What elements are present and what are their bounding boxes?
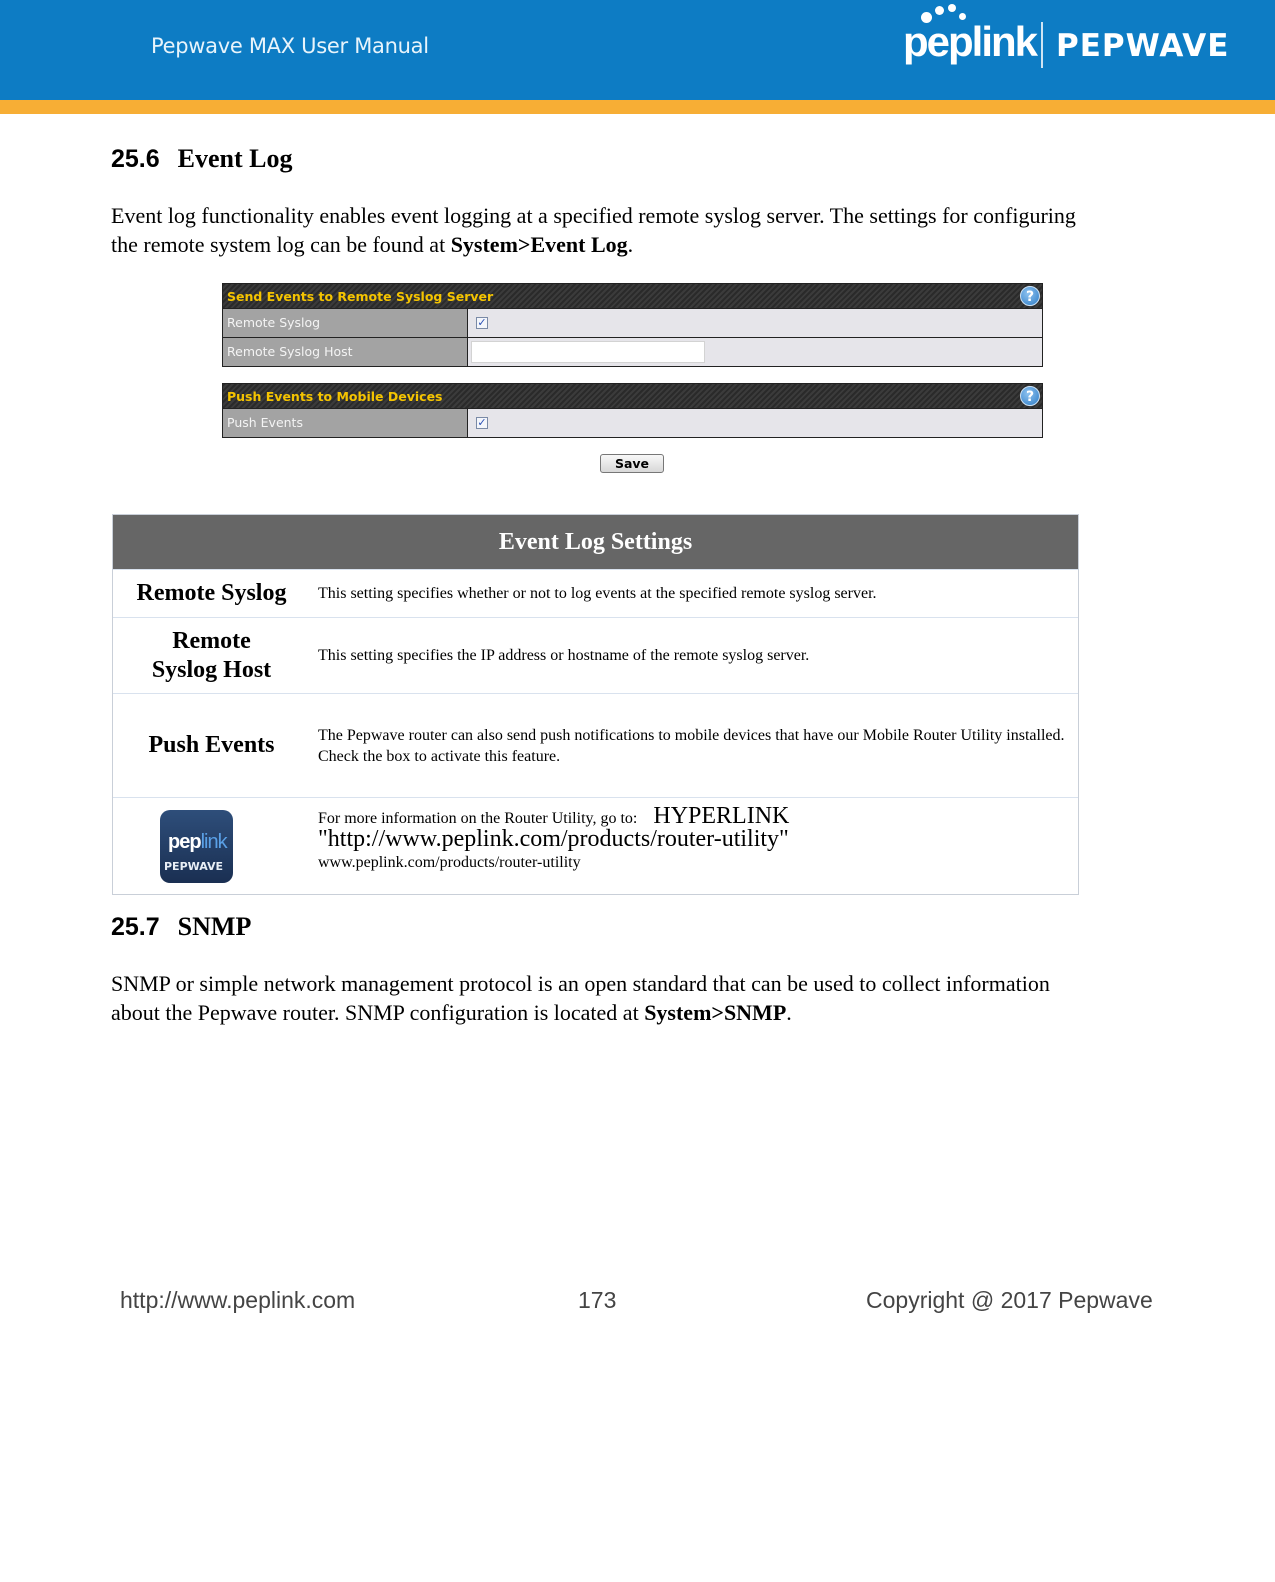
push-events-panel: Push Events to Mobile Devices ? Push Eve… — [222, 383, 1043, 438]
footer-copyright: Copyright @ 2017 Pepwave — [866, 1287, 1153, 1313]
panel-header: Send Events to Remote Syslog Server ? — [223, 284, 1042, 308]
push-events-checkbox[interactable]: ✓ — [476, 417, 488, 429]
header-stripe — [0, 100, 1275, 114]
field-label: Remote Syslog Host — [223, 338, 468, 366]
panel-header: Push Events to Mobile Devices ? — [223, 384, 1042, 408]
logo-pepwave: PEPWAVE — [1056, 28, 1230, 64]
logo-peplink: peplink — [903, 18, 1038, 65]
info-row: peplink PEPWAVE For more information on … — [113, 797, 1078, 894]
field-label: Push Events — [223, 409, 468, 437]
menu-path: System>Event Log — [450, 232, 628, 257]
manual-title: Pepwave MAX User Manual — [151, 34, 429, 58]
field-value — [468, 338, 1042, 366]
info-lead: For more information on the Router Utili… — [318, 810, 638, 827]
panel-title: Push Events to Mobile Devices — [227, 389, 443, 404]
table-row: Remote Syslog Host This setting specifie… — [113, 617, 1078, 693]
section-heading-event-log: 25.6 Event Log — [111, 144, 293, 174]
setting-name: Remote Syslog — [136, 580, 287, 606]
field-value: ✓ — [468, 409, 1042, 437]
hyperlink-url[interactable]: "http://www.peplink.com/products/router-… — [318, 826, 789, 852]
section-heading-snmp: 25.7 SNMP — [111, 912, 251, 942]
remote-syslog-host-row: Remote Syslog Host — [223, 337, 1042, 366]
intro-end: . — [786, 1000, 792, 1025]
app-icon-text-accent: link — [200, 830, 228, 853]
setting-description: This setting specifies whether or not to… — [318, 585, 877, 602]
table-title: Event Log Settings — [113, 515, 1078, 569]
snmp-intro: SNMP or simple network management protoc… — [111, 969, 1071, 1027]
field-value: ✓ — [468, 309, 1042, 337]
app-icon-cell: peplink PEPWAVE — [113, 798, 310, 894]
remote-syslog-panel: Send Events to Remote Syslog Server ? Re… — [222, 283, 1043, 367]
intro-end: . — [627, 232, 634, 257]
section-title: SNMP — [177, 912, 252, 941]
remote-syslog-row: Remote Syslog ✓ — [223, 308, 1042, 337]
help-icon[interactable]: ? — [1020, 286, 1040, 306]
router-utility-app-icon: peplink PEPWAVE — [160, 809, 233, 883]
menu-path: System>SNMP — [644, 1000, 787, 1025]
intro-text: SNMP or simple network management protoc… — [111, 971, 1050, 1025]
save-button[interactable]: Save — [600, 454, 664, 473]
event-log-intro: Event log functionality enables event lo… — [111, 201, 1091, 259]
section-number: 25.7 — [111, 913, 160, 941]
setting-name: Push Events — [148, 732, 275, 758]
push-events-row: Push Events ✓ — [223, 408, 1042, 437]
section-number: 25.6 — [111, 145, 160, 173]
table-row: Remote Syslog This setting specifies whe… — [113, 569, 1078, 617]
logo-divider — [1041, 22, 1043, 68]
router-utility-link[interactable]: www.peplink.com/products/router-utility — [318, 854, 581, 871]
header-banner: Pepwave MAX User Manual peplink PEPWAVE — [0, 0, 1275, 100]
section-title: Event Log — [177, 144, 293, 173]
table-row: Push Events The Pepwave router can also … — [113, 693, 1078, 797]
panel-title: Send Events to Remote Syslog Server — [227, 289, 494, 304]
setting-description: This setting specifies the IP address or… — [318, 647, 810, 664]
help-icon[interactable]: ? — [1020, 386, 1040, 406]
setting-name: Remote Syslog Host — [151, 627, 272, 683]
app-icon-subtext: PEPWAVE — [164, 859, 224, 873]
setting-description: The Pepwave router can also send push no… — [318, 726, 1065, 765]
page-number: 173 — [578, 1287, 617, 1313]
footer-url: http://www.peplink.com — [120, 1287, 356, 1313]
remote-syslog-host-input[interactable] — [471, 341, 705, 363]
field-label: Remote Syslog — [223, 309, 468, 337]
event-log-settings-table: Event Log Settings Remote Syslog This se… — [112, 514, 1079, 895]
remote-syslog-checkbox[interactable]: ✓ — [476, 317, 488, 329]
info-text: For more information on the Router Utili… — [310, 798, 1078, 894]
